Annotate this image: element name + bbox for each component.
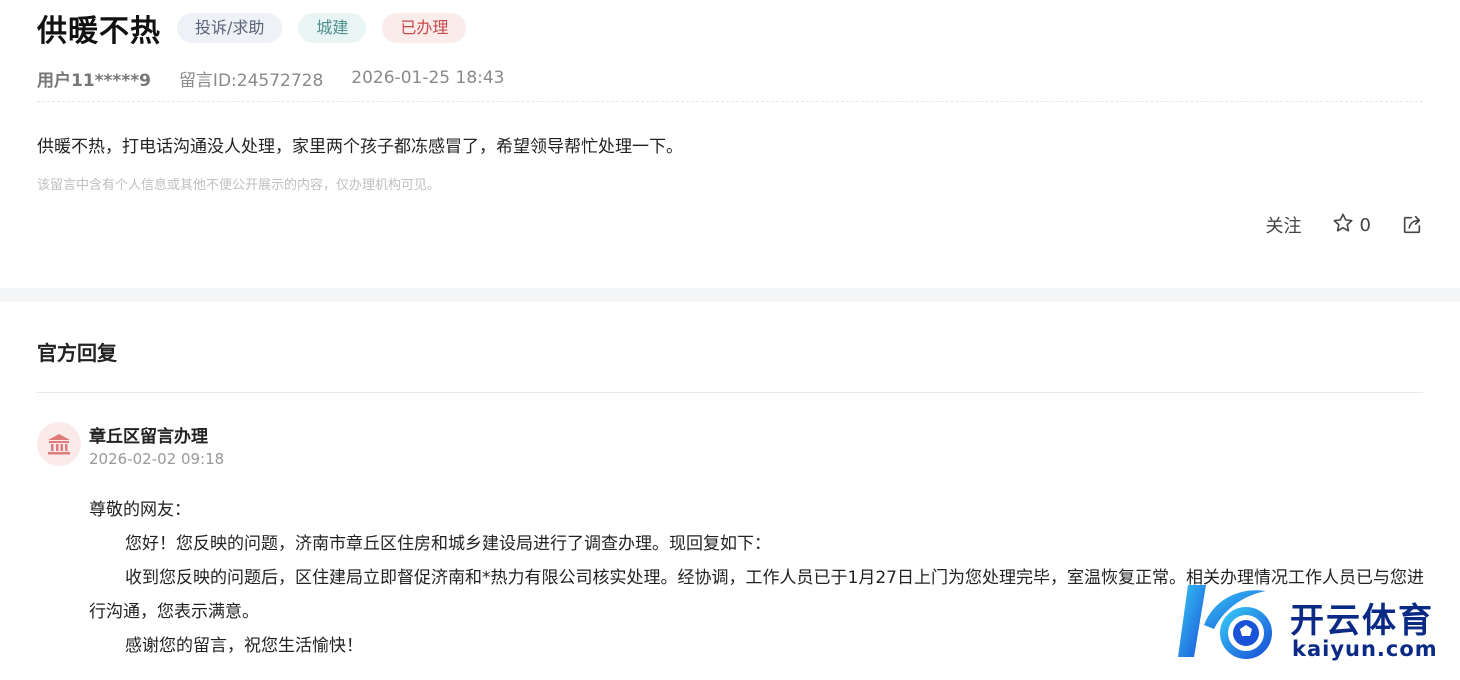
reply-datetime: 2026-02-02 09:18 bbox=[89, 450, 225, 468]
status-badge: 已办理 bbox=[382, 13, 467, 43]
star-icon bbox=[1332, 212, 1354, 239]
share-button[interactable] bbox=[1401, 214, 1423, 236]
favorite-count: 0 bbox=[1359, 214, 1371, 236]
post-user: 用户11*****9 bbox=[37, 70, 151, 91]
post-content: 供暖不热，打电话沟通没人处理，家里两个孩子都冻感冒了，希望领导帮忙处理一下。 bbox=[37, 137, 683, 157]
tag-type: 投诉/求助 bbox=[177, 13, 283, 43]
watermark-name-cn: 开云体育 bbox=[1290, 601, 1434, 641]
reply-section-title: 官方回复 bbox=[37, 341, 117, 365]
divider bbox=[37, 101, 1423, 102]
message-id: 留言ID:24572728 bbox=[178, 70, 324, 91]
reply-paragraph: 您好！您反映的问题，济南市章丘区住房和城乡建设局进行了调查办理。现回复如下： bbox=[125, 534, 771, 554]
post-card: 供暖不热 投诉/求助 城建 已办理 用户11*****9 留言ID:245727… bbox=[0, 0, 1460, 288]
avatar bbox=[37, 422, 81, 466]
share-icon bbox=[1401, 214, 1423, 236]
reply-department: 章丘区留言办理 bbox=[89, 427, 208, 447]
watermark-logo: 开云体育 kaiyun.com bbox=[1170, 575, 1460, 680]
follow-button[interactable]: 关注 bbox=[1266, 212, 1302, 238]
post-actions: 关注 0 bbox=[1266, 210, 1423, 240]
post-meta: 用户11*****9 留言ID:24572728 2026-01-25 18:4… bbox=[37, 66, 505, 91]
post-datetime: 2026-01-25 18:43 bbox=[351, 68, 505, 88]
title-row: 供暖不热 投诉/求助 城建 已办理 bbox=[37, 6, 467, 50]
divider bbox=[37, 392, 1423, 393]
post-title: 供暖不热 bbox=[37, 14, 161, 49]
kaiyun-logo-icon bbox=[1174, 579, 1284, 671]
favorite-button[interactable]: 0 bbox=[1332, 212, 1371, 239]
privacy-notice: 该留言中含有个人信息或其他不便公开展示的内容，仅办理机构可见。 bbox=[37, 178, 441, 193]
reply-greeting: 尊敬的网友： bbox=[89, 500, 191, 520]
government-building-icon bbox=[46, 432, 72, 456]
watermark-name-en: kaiyun.com bbox=[1292, 637, 1438, 661]
tag-category: 城建 bbox=[298, 13, 367, 43]
